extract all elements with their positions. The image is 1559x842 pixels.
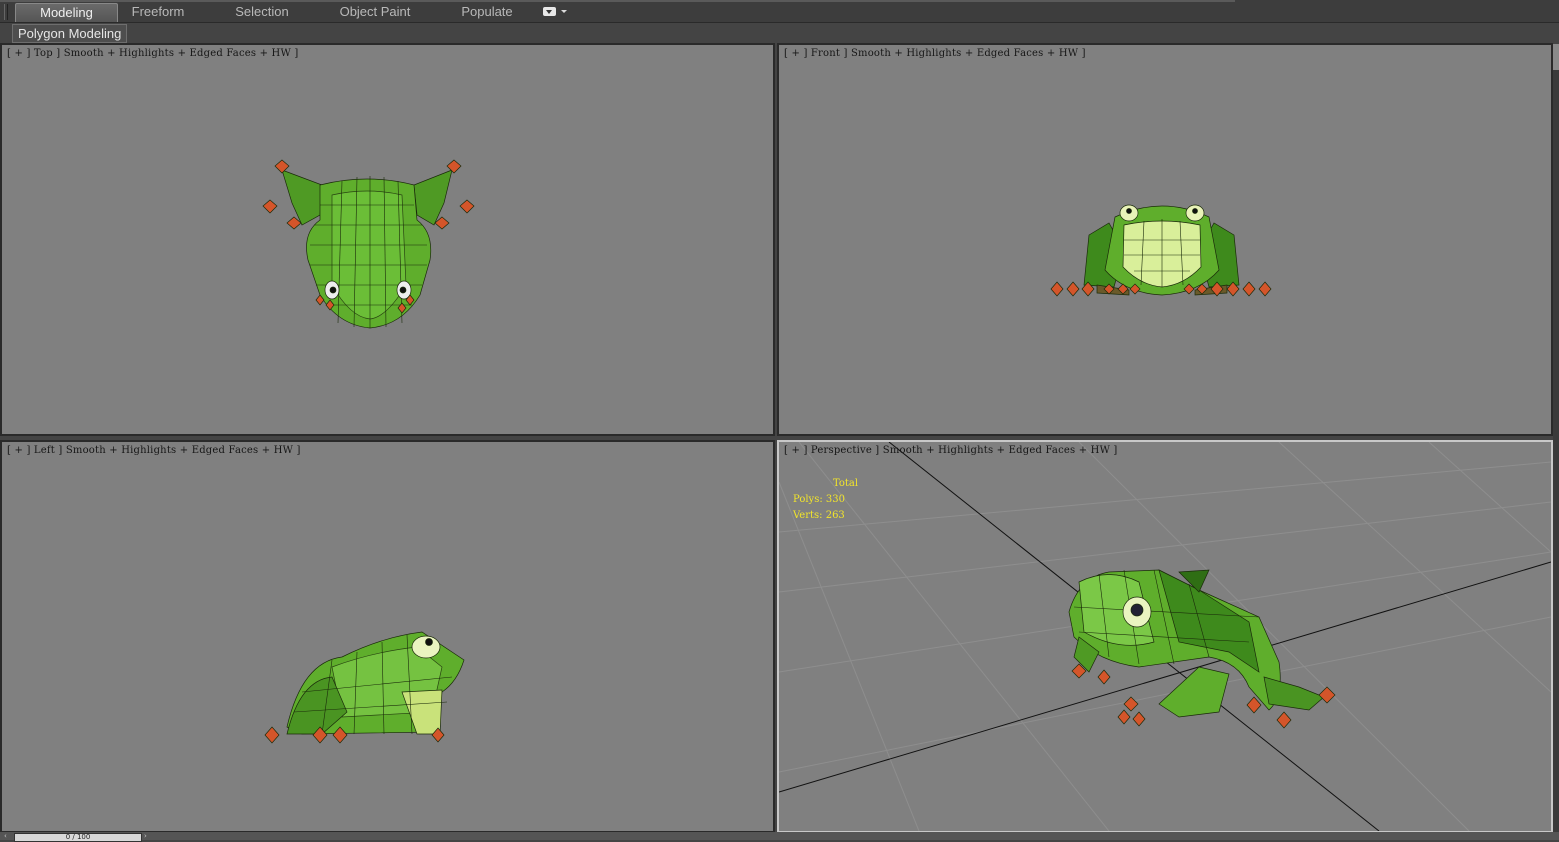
timeline-prev-icon[interactable]: ‹ (4, 833, 12, 840)
ribbon-bar: Modeling Freeform Selection Object Paint… (0, 0, 1559, 23)
tab-modeling[interactable]: Modeling (15, 3, 118, 22)
ribbon-top-line (0, 0, 1235, 2)
scrollbar-thumb[interactable] (1553, 44, 1559, 70)
frog-model-perspective-view[interactable] (779, 442, 1551, 831)
time-slider[interactable]: 0 / 100 (14, 833, 142, 842)
chevron-down-icon (561, 10, 567, 13)
viewport-perspective[interactable]: [ + ] Perspective ] Smooth + Highlights … (777, 440, 1553, 833)
ribbon-options-dropdown[interactable] (543, 6, 569, 18)
viewport-side-scrollbar[interactable] (1553, 44, 1559, 832)
ribbon-grip[interactable] (4, 4, 8, 20)
tab-populate[interactable]: Populate (450, 3, 524, 21)
frog-model-top-view[interactable] (2, 45, 773, 434)
viewport-front[interactable]: [ + ] Front ] Smooth + Highlights + Edge… (777, 43, 1553, 436)
timeline-bar: ‹ 0 / 100 › (0, 832, 1559, 842)
ribbon-subpanel: Polygon Modeling (0, 23, 1559, 43)
dropdown-options-icon (543, 7, 556, 16)
polygon-modeling-tab[interactable]: Polygon Modeling (12, 24, 128, 43)
frog-model-left-view[interactable] (2, 442, 773, 831)
timeline-next-icon[interactable]: › (144, 833, 152, 840)
viewport-top[interactable]: [ + ] Top ] Smooth + Highlights + Edged … (0, 43, 775, 436)
tab-selection[interactable]: Selection (222, 3, 302, 21)
tab-object-paint[interactable]: Object Paint (332, 3, 418, 21)
frog-model-front-view[interactable] (779, 45, 1551, 434)
tab-freeform[interactable]: Freeform (120, 3, 196, 21)
viewport-left[interactable]: [ + ] Left ] Smooth + Highlights + Edged… (0, 440, 775, 833)
